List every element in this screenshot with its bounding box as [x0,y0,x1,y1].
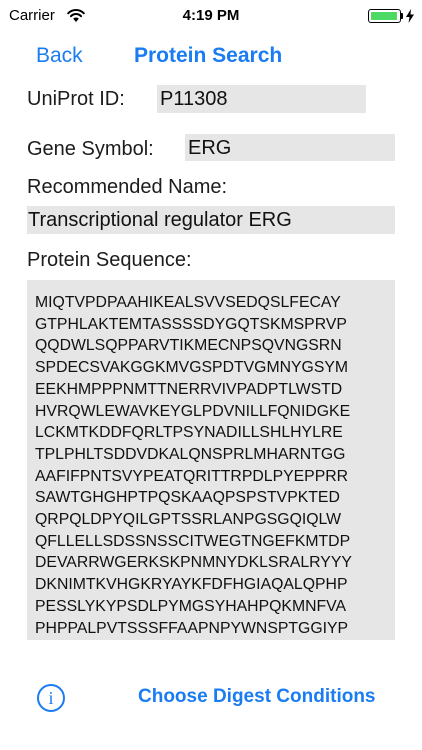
uniprot-id-field[interactable]: P11308 [157,85,366,113]
sequence-line: AAFIFPNTSVYPEATQRITTRPDLPYEPPRR [35,467,349,485]
sequence-line: PHPPALPVTSSSFFAAPNPYWNSPTGGIYP [35,619,349,637]
sequence-line: SAWTGHGHPTPQSKAAQPSPSTVPKTED [35,489,340,507]
battery-level [371,12,397,20]
sequence-line: DEVARRWGERKSKPNMNYDKLSRALRYYY [35,554,352,572]
sequence-line: HVRQWLEWAVKEYGLPDVNILLFQNIDGKE [35,402,351,420]
sequence-line: MIQTVPDPAAHIKEALSVVSEDQSLFECAY [35,294,341,311]
gene-symbol-field[interactable]: ERG [185,134,395,161]
recommended-name-field[interactable]: Transcriptional regulator ERG [27,206,395,234]
battery-icon [368,9,401,23]
sequence-line: SPDECSVAKGGKMVGSPDTVGMNYGSYM [35,359,349,377]
sequence-line: TPLPHLTSDDVDKALQNSPRLMHARNTGG [35,445,346,463]
info-icon[interactable]: i [37,684,65,712]
protein-sequence-textview[interactable]: MIQTVPDPAAHIKEALSVVSEDQSLFECAY GTPHLAKTEM… [27,280,395,640]
recommended-name-label: Recommended Name: [27,176,228,198]
sequence-line: QRPQLDPYQILGPTSSRLANPGSGQIQLW [35,511,342,529]
back-button[interactable]: Back [36,44,83,68]
sequence-line: PESSLYKYPSDLPYMGSYHAHPQKMNFVA [35,597,347,615]
navigation-bar: Back Protein Search [0,32,422,82]
status-bar: Carrier 4:19 PM [0,0,422,32]
charging-icon [406,9,414,23]
sequence-line: QQDWLSQPPARVTIKMECNPSQVNGSRN [35,337,342,355]
sequence-line: EEKHMPPPNMTTNERRVIVPADPTLWSTD [35,380,343,398]
page-title: Protein Search [134,44,283,67]
uniprot-id-label: UniProt ID: [27,88,125,110]
sequence-line: QFLLELLSDSSNSSCITWEGTNGEFKMTDP [35,532,351,550]
clock: 4:19 PM [182,7,240,24]
sequence-line: LCKMTKDDFQRLTPSYNADILLSHLHYLRE [35,424,343,442]
protein-sequence-label: Protein Sequence: [27,249,192,271]
sequence-line: GTPHLAKTEMTASSSSDYGQTSKMSPRVP [35,315,347,333]
battery-tip [401,13,403,19]
gene-symbol-label: Gene Symbol: [27,138,154,160]
sequence-line: DKNIMTKVHGKRYAYKFDFHGIAQALQPHP [35,576,348,594]
choose-digest-conditions-button[interactable]: Choose Digest Conditions [138,686,376,708]
